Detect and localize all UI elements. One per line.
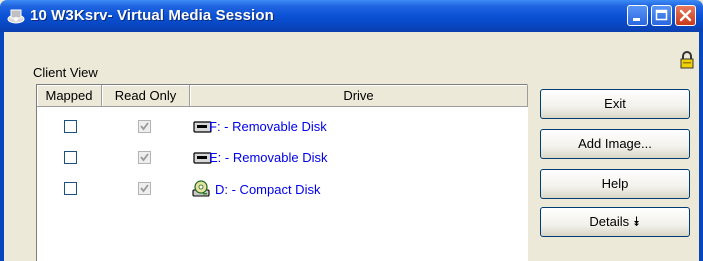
window-title: 10 W3Ksrv- Virtual Media Session [30,7,274,24]
maximize-icon [655,9,668,21]
exit-button[interactable]: Exit [540,89,690,119]
help-button[interactable]: Help [540,169,690,199]
window-frame-left [0,32,4,261]
compact-disk-icon [192,180,210,197]
read-only-checkbox [138,151,151,164]
lock-icon [680,51,694,69]
mapped-checkbox[interactable] [64,182,77,195]
close-icon [679,9,692,22]
add-image-button[interactable]: Add Image... [540,129,690,159]
drive-list[interactable]: Mapped Read Only Drive F: - Removable Di… [36,84,528,261]
mapped-checkbox[interactable] [64,120,77,133]
drive-label[interactable]: F: - Removable Disk [209,119,327,134]
column-header-read-only[interactable]: Read Only [102,85,190,107]
virtual-media-icon [7,9,25,24]
details-button[interactable]: Details ⯯ [540,207,690,237]
column-header-mapped[interactable]: Mapped [37,85,102,107]
close-button[interactable] [675,5,696,26]
client-view-label: Client View [33,65,98,80]
read-only-checkbox [138,120,151,133]
title-bar[interactable]: 10 W3Ksrv- Virtual Media Session [0,0,703,32]
minimize-icon [633,18,640,21]
window-frame-right [699,32,703,261]
read-only-checkbox [138,182,151,195]
drive-label[interactable]: E: - Removable Disk [209,150,327,165]
minimize-button[interactable] [627,5,648,26]
maximize-button[interactable] [651,5,672,26]
drive-label[interactable]: D: - Compact Disk [215,182,320,197]
mapped-checkbox[interactable] [64,151,77,164]
column-header-drive[interactable]: Drive [190,85,528,107]
